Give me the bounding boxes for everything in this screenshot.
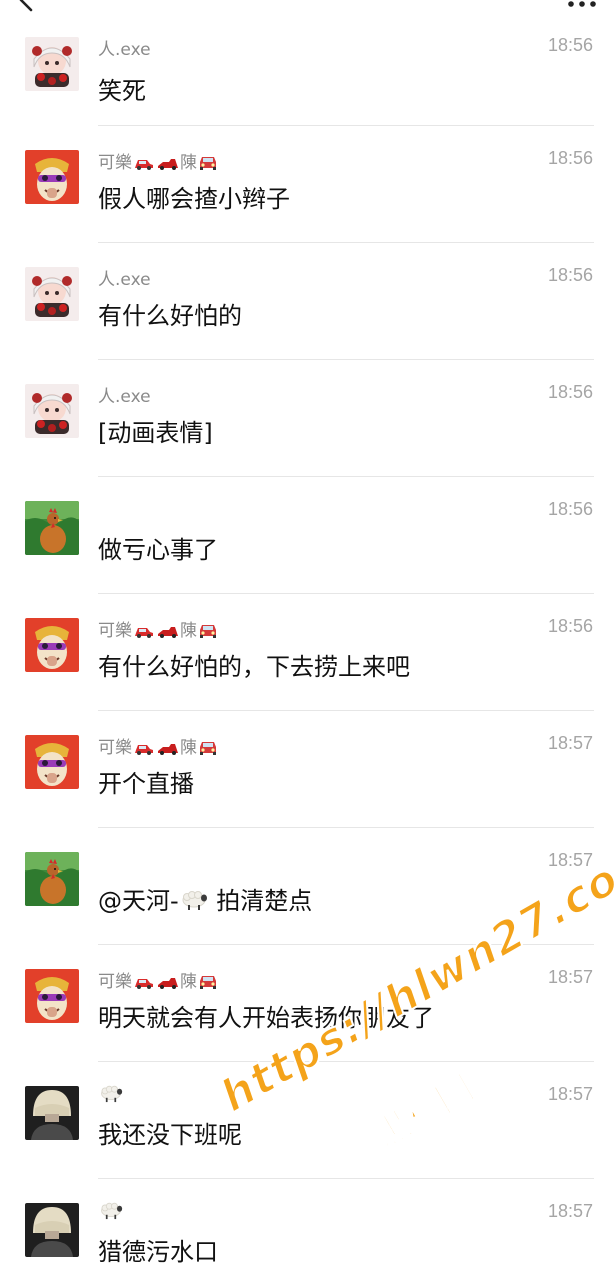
more-dots-icon xyxy=(568,1,596,7)
message-time: 18:57 xyxy=(547,1201,593,1221)
chat-message[interactable]: 18:57 我还没下班呢 xyxy=(0,1062,616,1179)
rooster-avatar[interactable] xyxy=(25,852,79,906)
message-time: 18:57 xyxy=(547,967,593,987)
mask-avatar[interactable] xyxy=(25,150,79,204)
sender-name-suffix: 陳 xyxy=(180,621,197,641)
car-icon xyxy=(133,624,155,638)
sender-name: 可樂 陳 xyxy=(98,148,219,173)
sender-name: 人.exe xyxy=(98,40,151,60)
message-time: 18:57 xyxy=(547,850,593,870)
message-text-rest: 拍清楚点 xyxy=(208,887,313,915)
sheep-icon xyxy=(180,889,208,911)
sender-name-suffix: 陳 xyxy=(180,972,197,992)
mask-avatar[interactable] xyxy=(25,618,79,672)
sender-name: 可樂 陳 xyxy=(98,616,219,641)
rooster-avatar[interactable] xyxy=(25,501,79,555)
anime-girl-avatar[interactable] xyxy=(25,37,79,91)
car-icon xyxy=(133,741,155,755)
mention-text[interactable]: @天河- xyxy=(98,887,179,915)
chat-message[interactable]: 可樂 陳 18:56 有什么好怕的，下去捞上来吧 xyxy=(0,594,616,711)
car-icon xyxy=(133,975,155,989)
sender-name: 可樂 陳 xyxy=(98,733,219,758)
chat-message[interactable]: 人.exe 18:56 有什么好怕的 xyxy=(0,243,616,360)
sender-name-suffix: 陳 xyxy=(180,153,197,173)
sender-name: 人.exe xyxy=(98,387,151,407)
message-text[interactable]: 猎德污水口 xyxy=(98,1232,218,1267)
racing-car-icon xyxy=(157,975,179,989)
chat-message[interactable]: 18:57 @天河- 拍清楚点 xyxy=(0,828,616,945)
mask-avatar[interactable] xyxy=(25,735,79,789)
sheep-icon xyxy=(99,1084,123,1103)
sheep-icon xyxy=(99,1201,123,1220)
sender-name-text: 可樂 xyxy=(98,738,132,758)
message-text[interactable]: @天河- 拍清楚点 xyxy=(98,881,312,916)
back-button[interactable] xyxy=(10,0,44,20)
message-time: 18:56 xyxy=(547,35,593,55)
message-text[interactable]: 我还没下班呢 xyxy=(98,1115,242,1150)
blonde-person-avatar[interactable] xyxy=(25,1203,79,1257)
message-time: 18:56 xyxy=(547,499,593,519)
sender-name-suffix: 陳 xyxy=(180,738,197,758)
message-text[interactable]: 做亏心事了 xyxy=(98,530,218,565)
car-front-icon xyxy=(198,973,218,989)
car-front-icon xyxy=(198,154,218,170)
chat-message[interactable]: 人.exe 18:56 [动画表情] xyxy=(0,360,616,477)
sender-name: 可樂 陳 xyxy=(98,967,219,992)
anime-girl-avatar[interactable] xyxy=(25,384,79,438)
message-time: 18:57 xyxy=(547,1084,593,1104)
message-text[interactable]: 假人哪会揸小辫子 xyxy=(98,179,290,214)
message-text[interactable]: 开个直播 xyxy=(98,764,194,799)
sender-name-text: 可樂 xyxy=(98,621,132,641)
sender-name xyxy=(98,1084,124,1106)
message-text[interactable]: 有什么好怕的，下去捞上来吧 xyxy=(98,647,410,682)
sender-name-text: 可樂 xyxy=(98,153,132,173)
message-time: 18:57 xyxy=(547,733,593,753)
message-text[interactable]: 笑死 xyxy=(98,71,146,106)
chat-message[interactable]: 可樂 陳 18:57 明天就会有人开始表扬你朋友了 xyxy=(0,945,616,1062)
sender-name: 人.exe xyxy=(98,270,151,290)
more-options-button[interactable] xyxy=(566,0,598,12)
anime-girl-avatar[interactable] xyxy=(25,267,79,321)
car-front-icon xyxy=(198,622,218,638)
message-time: 18:56 xyxy=(547,382,593,402)
chat-message[interactable]: 可樂 陳 18:57 开个直播 xyxy=(0,711,616,828)
chat-message[interactable]: 可樂 陳 18:56 假人哪会揸小辫子 xyxy=(0,126,616,243)
chevron-left-icon xyxy=(19,0,33,12)
message-text[interactable]: 明天就会有人开始表扬你朋友了 xyxy=(98,998,434,1033)
message-text[interactable]: [动画表情] xyxy=(98,413,213,448)
racing-car-icon xyxy=(157,156,179,170)
sender-name xyxy=(98,1201,124,1223)
message-time: 18:56 xyxy=(547,265,593,285)
message-text[interactable]: 有什么好怕的 xyxy=(98,296,242,331)
chat-message[interactable]: 18:57 猎德污水口 xyxy=(0,1179,616,1280)
blonde-person-avatar[interactable] xyxy=(25,1086,79,1140)
message-time: 18:56 xyxy=(547,616,593,636)
top-bar xyxy=(0,0,616,30)
car-icon xyxy=(133,156,155,170)
car-front-icon xyxy=(198,739,218,755)
sender-name-text: 可樂 xyxy=(98,972,132,992)
message-time: 18:56 xyxy=(547,148,593,168)
racing-car-icon xyxy=(157,624,179,638)
chat-message[interactable]: 18:56 做亏心事了 xyxy=(0,477,616,594)
mask-avatar[interactable] xyxy=(25,969,79,1023)
racing-car-icon xyxy=(157,741,179,755)
